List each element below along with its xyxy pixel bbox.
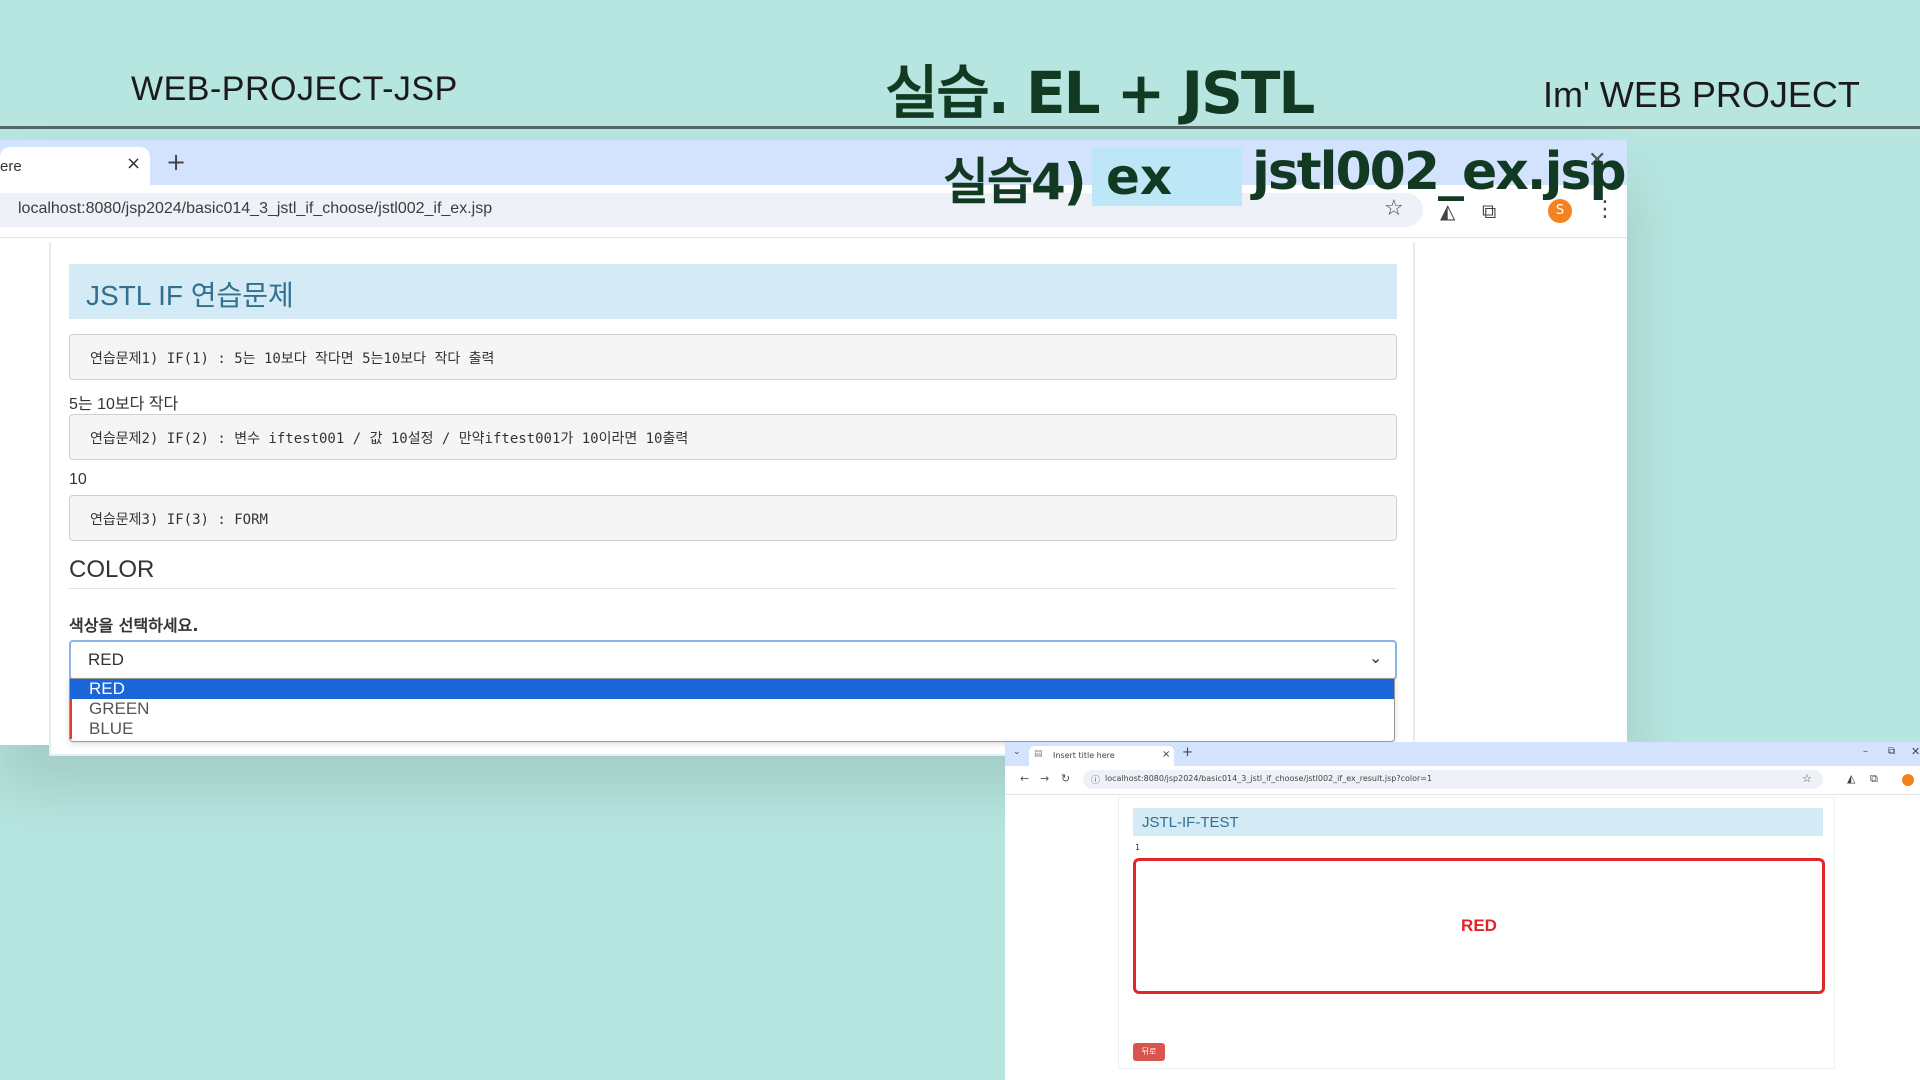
active-tab[interactable]: ere × xyxy=(0,147,150,185)
option-label: BLUE xyxy=(89,719,134,738)
tab-close-icon[interactable]: × xyxy=(126,153,141,174)
page-title: JSTL IF 연습문제 xyxy=(86,280,294,311)
option-label: RED xyxy=(89,679,125,698)
reload-icon[interactable]: ↻ xyxy=(1061,772,1070,785)
color-select[interactable]: RED ⌄ xyxy=(69,640,1397,680)
profile-avatar[interactable]: S xyxy=(1548,199,1572,223)
result-tab-close-icon[interactable]: × xyxy=(1162,749,1170,760)
color-param-value: 1 xyxy=(1135,843,1141,852)
slide-left-title: WEB-PROJECT-JSP xyxy=(131,70,458,108)
maximize-icon[interactable]: ⧉ xyxy=(1888,746,1895,757)
overlay-prefix: 실습4) xyxy=(943,153,1087,211)
select-label: 색상을 선택하세요. xyxy=(69,616,199,635)
result-new-tab-icon[interactable]: + xyxy=(1182,745,1193,760)
back-button[interactable]: 뒤로 xyxy=(1133,1043,1165,1061)
result-bookmark-star-icon[interactable]: ☆ xyxy=(1802,772,1812,785)
new-tab-icon[interactable]: + xyxy=(166,148,186,176)
select-current-value: RED xyxy=(88,650,124,669)
result-color-text: RED xyxy=(1461,916,1497,935)
main-browser-window: ere × + ✕ localhost:8080/jsp2024/basic01… xyxy=(0,140,1627,756)
result-profile-avatar[interactable] xyxy=(1902,774,1914,786)
overlay-filename: jstl002_ex.jsp xyxy=(1252,142,1627,202)
result-window-close-icon[interactable]: ✕ xyxy=(1911,745,1920,758)
exercise2-text: 연습문제2) IF(2) : 변수 iftest001 / 값 10설정 / 만… xyxy=(90,431,689,447)
color-dropdown-list: RED GREEN BLUE xyxy=(69,678,1395,742)
site-info-icon[interactable]: ⓘ xyxy=(1091,773,1100,786)
header-divider xyxy=(0,126,1920,129)
page-favicon-icon: ▤ xyxy=(1034,749,1043,759)
exercise2-output: 10 xyxy=(69,471,87,488)
chevron-down-icon[interactable]: ⌄ xyxy=(1369,648,1382,667)
tab-search-chevron-icon[interactable]: ⌄ xyxy=(1013,747,1021,757)
result-color-box: RED xyxy=(1133,858,1825,994)
overlay-ex: ex xyxy=(1106,148,1173,206)
page-banner: JSTL IF 연습문제 xyxy=(69,264,1397,319)
forward-arrow-icon[interactable]: → xyxy=(1040,772,1049,785)
exercise3-code: 연습문제3) IF(3) : FORM xyxy=(69,495,1397,541)
minimize-icon[interactable]: – xyxy=(1863,746,1868,757)
result-page-title: JSTL-IF-TEST xyxy=(1142,814,1239,831)
back-arrow-icon[interactable]: ← xyxy=(1020,772,1029,785)
heading-divider xyxy=(69,588,1397,589)
result-tab-bar: ⌄ ▤ Insert title here × + – ⧉ ✕ xyxy=(1005,742,1920,766)
slide-right-title: Im' WEB PROJECT xyxy=(1543,74,1860,115)
exercise2-code: 연습문제2) IF(2) : 변수 iftest001 / 값 10설정 / 만… xyxy=(69,414,1397,460)
exercise1-code: 연습문제1) IF(1) : 5는 10보다 작다면 5는10보다 작다 출력 xyxy=(69,334,1397,380)
result-url-field[interactable]: ⓘ localhost:8080/jsp2024/basic014_3_jstl… xyxy=(1083,770,1823,789)
option-green[interactable]: GREEN xyxy=(70,699,1394,719)
extensions-puzzle-icon[interactable]: ⧉ xyxy=(1482,199,1496,223)
tab-title: ere xyxy=(0,158,22,175)
exercise3-text: 연습문제3) IF(3) : FORM xyxy=(90,512,268,528)
result-puzzle-icon[interactable]: ⧉ xyxy=(1870,772,1878,786)
page-content: JSTL IF 연습문제 연습문제1) IF(1) : 5는 10보다 작다면 … xyxy=(49,242,1415,756)
extension-triangle-icon[interactable]: ◭ xyxy=(1440,199,1455,223)
result-active-tab[interactable]: ▤ Insert title here × xyxy=(1029,746,1174,766)
slide-center-title: 실습. EL + JSTL xyxy=(885,59,1315,127)
color-heading: COLOR xyxy=(69,556,155,583)
result-banner: JSTL-IF-TEST xyxy=(1133,808,1823,836)
option-red[interactable]: RED xyxy=(70,679,1394,699)
option-blue[interactable]: BLUE xyxy=(70,719,1394,739)
option-label: GREEN xyxy=(89,699,150,718)
url-text: localhost:8080/jsp2024/basic014_3_jstl_i… xyxy=(18,200,493,217)
result-url-text: localhost:8080/jsp2024/basic014_3_jstl_i… xyxy=(1105,774,1433,783)
exercise1-output: 5는 10보다 작다 xyxy=(69,396,179,413)
result-page-content: JSTL-IF-TEST 1 RED 뒤로 xyxy=(1118,797,1835,1069)
result-address-bar: ← → ↻ ⓘ localhost:8080/jsp2024/basic014_… xyxy=(1005,766,1920,795)
result-extension-icon[interactable]: ◭ xyxy=(1847,772,1855,785)
result-tab-title: Insert title here xyxy=(1053,751,1115,760)
result-browser-window: ⌄ ▤ Insert title here × + – ⧉ ✕ ← → ↻ ⓘ … xyxy=(1005,742,1920,1080)
exercise1-text: 연습문제1) IF(1) : 5는 10보다 작다면 5는10보다 작다 출력 xyxy=(90,351,495,367)
